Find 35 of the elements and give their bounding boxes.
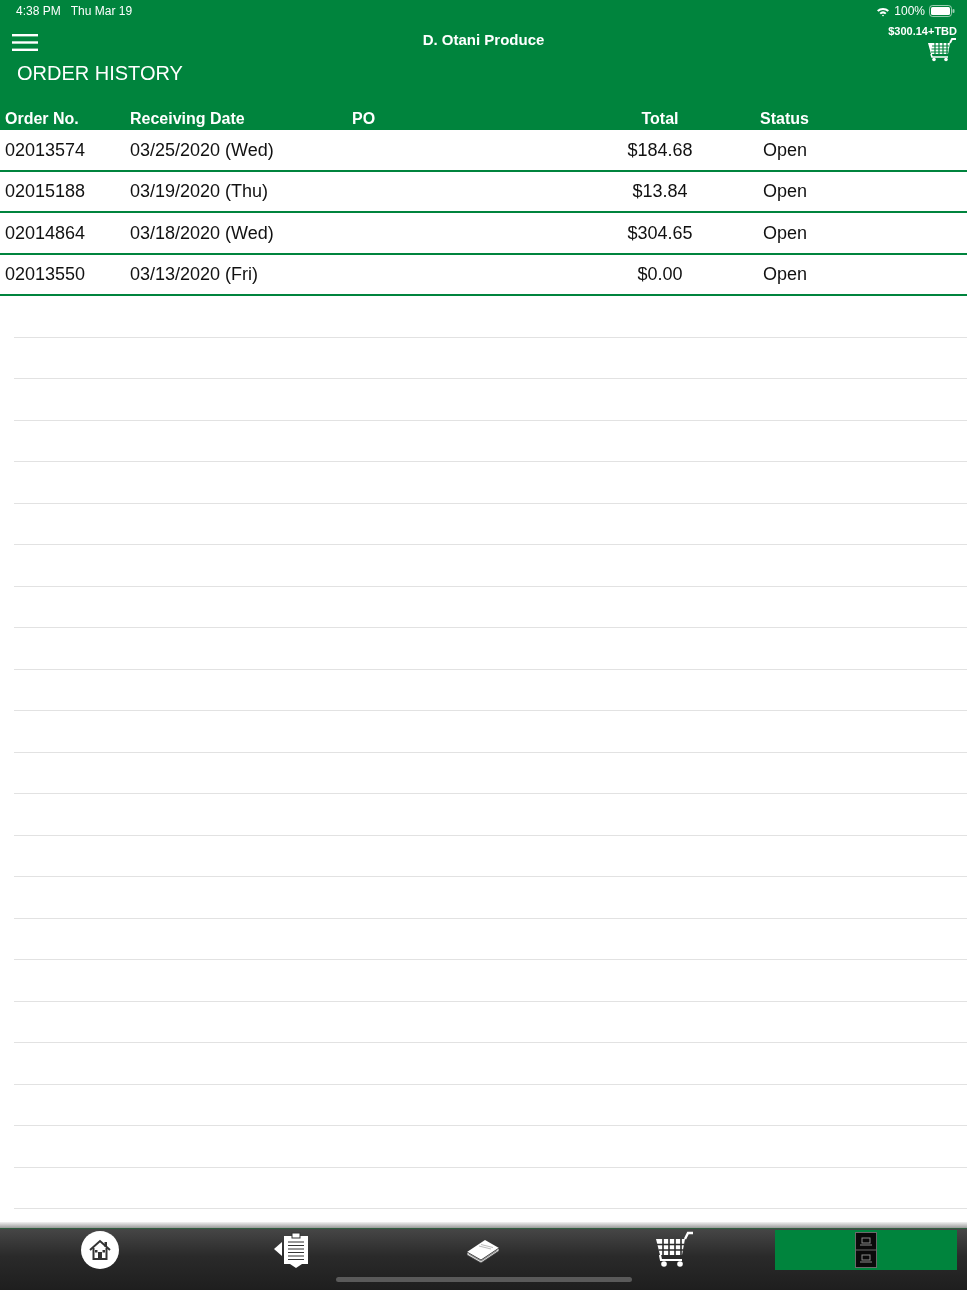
column-header: Total — [641, 110, 679, 128]
battery-percent: 100% — [894, 4, 925, 18]
column-header: PO — [352, 110, 377, 128]
order-status: Open — [762, 222, 809, 243]
order-number: 02013574 — [5, 139, 87, 160]
order-number: 02013550 — [5, 264, 87, 285]
order-number: 02014864 — [5, 222, 87, 243]
cabinet-icon — [854, 1232, 877, 1268]
column-header: Order No. — [5, 110, 80, 128]
clipboard-icon — [272, 1231, 311, 1269]
receiving-date: 03/18/2020 (Wed) — [130, 222, 275, 243]
cart-icon[interactable] — [927, 38, 957, 62]
order-total: $304.65 — [627, 222, 693, 243]
status-time: 4:38 PM — [16, 4, 61, 18]
cart-total: $300.14+TBD — [888, 25, 957, 37]
menu-icon[interactable] — [12, 34, 38, 51]
order-status: Open — [762, 139, 809, 160]
home-icon — [81, 1231, 120, 1269]
receiving-date: 03/19/2020 (Thu) — [130, 181, 270, 202]
receiving-date: 03/13/2020 (Fri) — [130, 264, 260, 285]
cart-icon — [654, 1231, 695, 1269]
order-total: $184.68 — [627, 139, 693, 160]
order-number: 02015188 — [5, 181, 87, 202]
battery-icon — [929, 5, 955, 17]
store-name: D. Otani Produce — [422, 32, 545, 50]
column-header: Receiving Date — [130, 110, 246, 128]
status-date: Thu Mar 19 — [70, 4, 133, 18]
page-title: ORDER HISTORY — [16, 62, 184, 84]
order-total: $0.00 — [637, 264, 683, 285]
order-total: $13.84 — [632, 181, 688, 202]
order-status: Open — [762, 264, 809, 285]
column-header: Status — [759, 110, 810, 128]
wifi-icon — [876, 5, 891, 17]
order-status: Open — [762, 181, 809, 202]
receiving-date: 03/25/2020 (Wed) — [130, 139, 275, 160]
